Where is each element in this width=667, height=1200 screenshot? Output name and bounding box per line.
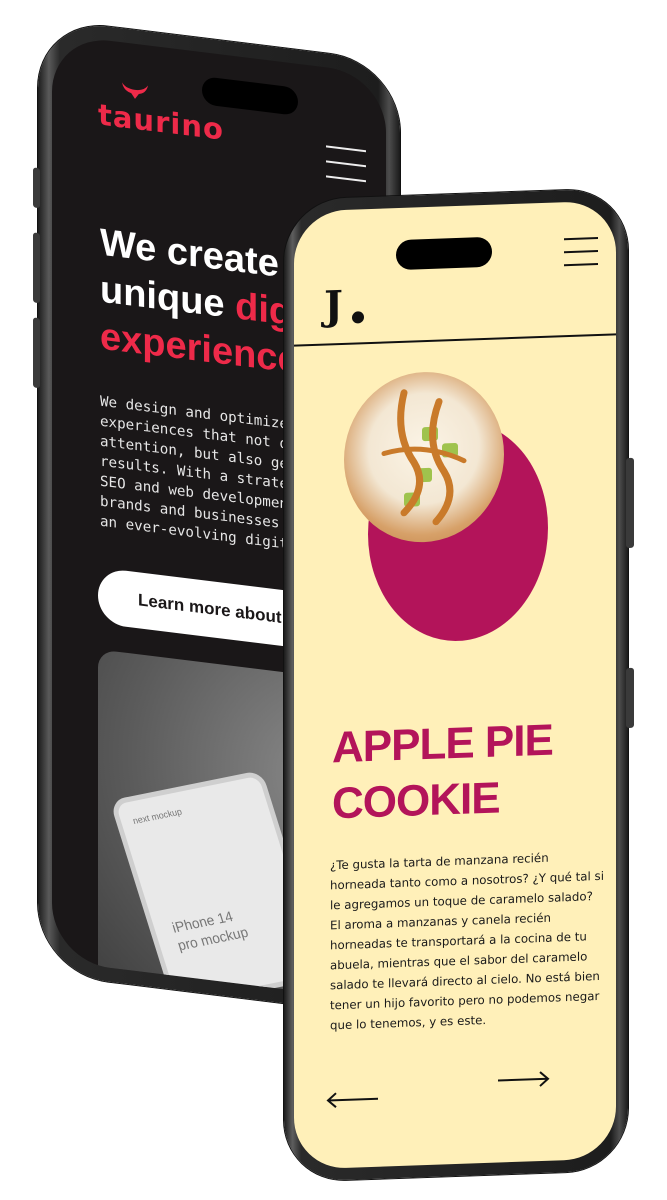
product-description: ¿Te gusta la tarta de manzana recién hor… bbox=[330, 847, 604, 1036]
phone-mockup-front: J APPLE PIE COOKIE ¿Te gusta la tarta de… bbox=[284, 187, 634, 1183]
power-button bbox=[626, 457, 634, 549]
volume-up-button bbox=[33, 232, 40, 304]
body-line: le agregamos un toque de caramelo salado… bbox=[330, 889, 593, 913]
mockup-corner-text: next mockup bbox=[131, 806, 184, 827]
body-line: El aroma a manzanas y canela recién bbox=[330, 910, 551, 933]
caramel-drizzle bbox=[381, 389, 467, 526]
body-line: horneadas te transportará a la cocina de… bbox=[330, 929, 587, 953]
volume-down-button bbox=[33, 317, 40, 389]
title-line-1: APPLE PIE bbox=[332, 715, 553, 773]
arrow-left-icon[interactable] bbox=[326, 1091, 380, 1109]
side-button bbox=[33, 167, 40, 209]
body-line: abuela, mientras que el sabor del carame… bbox=[330, 949, 588, 973]
body-line: que lo tenemos, y es este. bbox=[330, 1012, 487, 1033]
arrow-right-icon[interactable] bbox=[496, 1071, 550, 1089]
body-line: horneada tanto como a nosotros? ¿Y qué t… bbox=[330, 868, 604, 893]
dynamic-island bbox=[202, 76, 298, 116]
cookie-screen: J APPLE PIE COOKIE ¿Te gusta la tarta de… bbox=[294, 200, 616, 1170]
bull-horns-icon bbox=[122, 82, 148, 99]
body-line: tener un hijo favorito pero no podemos n… bbox=[330, 988, 600, 1013]
hamburger-menu-icon[interactable] bbox=[326, 145, 366, 195]
title-line-2: COOKIE bbox=[332, 773, 500, 829]
body-line: salado te llevará directo al cielo. No e… bbox=[330, 968, 600, 993]
dynamic-island bbox=[396, 236, 492, 271]
apple-pie-cookie-image bbox=[344, 369, 504, 545]
side-button bbox=[626, 667, 634, 729]
logo-text: taurino bbox=[98, 97, 224, 147]
product-title: APPLE PIE COOKIE bbox=[332, 713, 553, 833]
body-line: ¿Te gusta la tarta de manzana recién bbox=[330, 850, 549, 873]
header-divider bbox=[294, 333, 616, 347]
taurino-logo[interactable]: taurino bbox=[98, 82, 224, 147]
hero-headline: We create unique digi experience bbox=[100, 220, 303, 386]
j-logo[interactable]: J bbox=[324, 282, 343, 330]
cookie-dot-icon bbox=[352, 311, 364, 324]
hamburger-menu-icon[interactable] bbox=[564, 237, 598, 277]
